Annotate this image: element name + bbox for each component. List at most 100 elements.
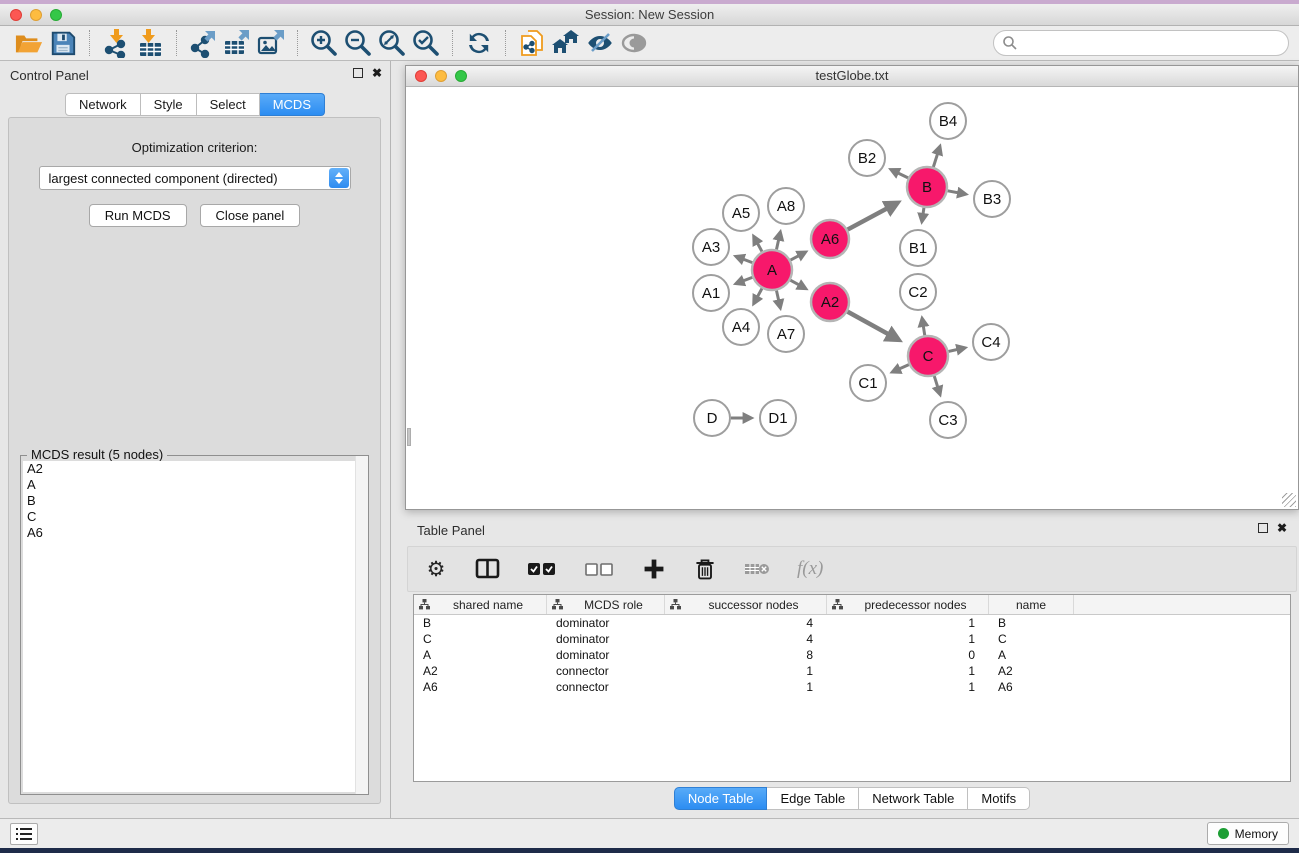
graph-node-D1[interactable]: D1 bbox=[760, 400, 796, 436]
column-header-shared-name[interactable]: shared name bbox=[414, 595, 547, 614]
graph-node-B[interactable]: B bbox=[907, 167, 947, 207]
run-mcds-button[interactable]: Run MCDS bbox=[89, 204, 187, 227]
minimize-window-button[interactable] bbox=[30, 9, 42, 21]
network-canvas[interactable]: B4B2BB3A8A5A6A3B1AA1C2A2A4A7C4CC1DD1C3 bbox=[407, 88, 1297, 508]
graph-node-A7[interactable]: A7 bbox=[768, 316, 804, 352]
table-row[interactable]: Cdominator41C bbox=[414, 631, 1290, 647]
graph-node-A[interactable]: A bbox=[752, 250, 792, 290]
graph-edge-A-A1[interactable] bbox=[736, 277, 752, 283]
graph-edge-A-A6[interactable] bbox=[791, 252, 806, 260]
open-file-button[interactable] bbox=[12, 28, 46, 58]
graph-edge-B-B2[interactable] bbox=[891, 170, 908, 178]
export-image-button[interactable] bbox=[254, 28, 288, 58]
tab-network[interactable]: Network bbox=[65, 93, 141, 116]
tab-node-table[interactable]: Node Table bbox=[674, 787, 768, 810]
mcds-result-list[interactable]: A2ABCA6 bbox=[23, 461, 366, 792]
graph-edge-C-C4[interactable] bbox=[948, 348, 964, 352]
close-panel-button[interactable]: Close panel bbox=[200, 204, 301, 227]
graph-node-A6[interactable]: A6 bbox=[811, 220, 849, 258]
save-session-button[interactable] bbox=[46, 28, 80, 58]
task-history-button[interactable] bbox=[10, 823, 38, 845]
select-all-button[interactable] bbox=[528, 561, 558, 577]
close-table-panel-icon[interactable]: ✖ bbox=[1277, 523, 1287, 533]
tab-network-table[interactable]: Network Table bbox=[859, 787, 968, 810]
mcds-result-scrollbar[interactable] bbox=[355, 456, 368, 794]
zoom-in-button[interactable] bbox=[307, 28, 341, 58]
graph-node-C3[interactable]: C3 bbox=[930, 402, 966, 438]
import-table-button[interactable] bbox=[133, 28, 167, 58]
window-resize-grip[interactable] bbox=[1282, 493, 1296, 507]
tab-edge-table[interactable]: Edge Table bbox=[767, 787, 859, 810]
close-window-button[interactable] bbox=[10, 9, 22, 21]
zoom-out-button[interactable] bbox=[341, 28, 375, 58]
column-header-successor-nodes[interactable]: successor nodes bbox=[665, 595, 827, 614]
column-header-name[interactable]: name bbox=[989, 595, 1074, 614]
mcds-result-item[interactable]: C bbox=[23, 509, 366, 525]
mcds-result-item[interactable]: A6 bbox=[23, 525, 366, 541]
search-input[interactable] bbox=[993, 30, 1289, 56]
maximize-window-button[interactable] bbox=[50, 9, 62, 21]
graph-node-B1[interactable]: B1 bbox=[900, 230, 936, 266]
home-button[interactable] bbox=[549, 28, 583, 58]
table-row[interactable]: A6connector11A6 bbox=[414, 679, 1290, 695]
network-close-button[interactable] bbox=[415, 70, 427, 82]
tab-style[interactable]: Style bbox=[141, 93, 197, 116]
eye-button[interactable] bbox=[617, 28, 651, 58]
graph-edge-C-C1[interactable] bbox=[893, 365, 909, 372]
delete-table-button[interactable] bbox=[744, 561, 770, 577]
graph-edge-A-A8[interactable] bbox=[776, 232, 780, 249]
optimization-criterion-select[interactable]: largest connected component (directed) bbox=[39, 166, 351, 190]
graph-edge-C-C2[interactable] bbox=[922, 319, 925, 336]
tab-select[interactable]: Select bbox=[197, 93, 260, 116]
graph-node-B2[interactable]: B2 bbox=[849, 140, 885, 176]
add-column-button[interactable] bbox=[642, 558, 666, 580]
graph-node-A1[interactable]: A1 bbox=[693, 275, 729, 311]
graph-edge-A-A3[interactable] bbox=[736, 257, 752, 263]
delete-column-button[interactable] bbox=[693, 557, 717, 581]
graph-edge-B-B4[interactable] bbox=[933, 147, 939, 167]
network-window-titlebar[interactable]: testGlobe.txt bbox=[406, 66, 1298, 87]
graph-edge-A6-B[interactable] bbox=[848, 203, 897, 229]
graph-node-A4[interactable]: A4 bbox=[723, 309, 759, 345]
graph-node-B3[interactable]: B3 bbox=[974, 181, 1010, 217]
new-network-button[interactable] bbox=[515, 28, 549, 58]
float-table-panel-icon[interactable] bbox=[1258, 523, 1268, 533]
deselect-all-button[interactable] bbox=[585, 561, 615, 577]
function-builder-button[interactable]: f(x) bbox=[797, 558, 823, 580]
hide-show-button[interactable] bbox=[583, 28, 617, 58]
graph-node-A5[interactable]: A5 bbox=[723, 195, 759, 231]
graph-node-C2[interactable]: C2 bbox=[900, 274, 936, 310]
graph-node-C1[interactable]: C1 bbox=[850, 365, 886, 401]
graph-edge-A-A2[interactable] bbox=[790, 280, 805, 288]
zoom-selected-button[interactable] bbox=[409, 28, 443, 58]
export-table-button[interactable] bbox=[220, 28, 254, 58]
graph-node-C[interactable]: C bbox=[908, 336, 948, 376]
graph-edge-A2-C[interactable] bbox=[848, 312, 899, 340]
show-columns-button[interactable] bbox=[475, 557, 501, 581]
table-row[interactable]: Bdominator41B bbox=[414, 615, 1290, 631]
graph-edge-A-A7[interactable] bbox=[776, 291, 780, 308]
memory-button[interactable]: Memory bbox=[1207, 822, 1289, 845]
tab-mcds[interactable]: MCDS bbox=[260, 93, 325, 116]
graph-edge-C-C3[interactable] bbox=[934, 376, 940, 394]
tab-motifs[interactable]: Motifs bbox=[968, 787, 1030, 810]
graph-node-D[interactable]: D bbox=[694, 400, 730, 436]
graph-edge-B-B3[interactable] bbox=[948, 191, 966, 194]
zoom-fit-button[interactable] bbox=[375, 28, 409, 58]
export-network-button[interactable] bbox=[186, 28, 220, 58]
table-settings-button[interactable]: ⚙ bbox=[424, 557, 448, 581]
float-panel-icon[interactable] bbox=[353, 68, 363, 78]
graph-edge-B-B1[interactable] bbox=[922, 208, 924, 222]
graph-node-A2[interactable]: A2 bbox=[811, 283, 849, 321]
graph-node-B4[interactable]: B4 bbox=[930, 103, 966, 139]
column-header-predecessor-nodes[interactable]: predecessor nodes bbox=[827, 595, 989, 614]
graph-edge-A-A5[interactable] bbox=[754, 237, 762, 252]
graph-node-A8[interactable]: A8 bbox=[768, 188, 804, 224]
graph-node-A3[interactable]: A3 bbox=[693, 229, 729, 265]
refresh-button[interactable] bbox=[462, 28, 496, 58]
network-minimize-button[interactable] bbox=[435, 70, 447, 82]
graph-edge-A-A4[interactable] bbox=[754, 288, 762, 303]
mcds-result-item[interactable]: A2 bbox=[23, 461, 366, 477]
mcds-result-item[interactable]: B bbox=[23, 493, 366, 509]
table-row[interactable]: Adominator80A bbox=[414, 647, 1290, 663]
